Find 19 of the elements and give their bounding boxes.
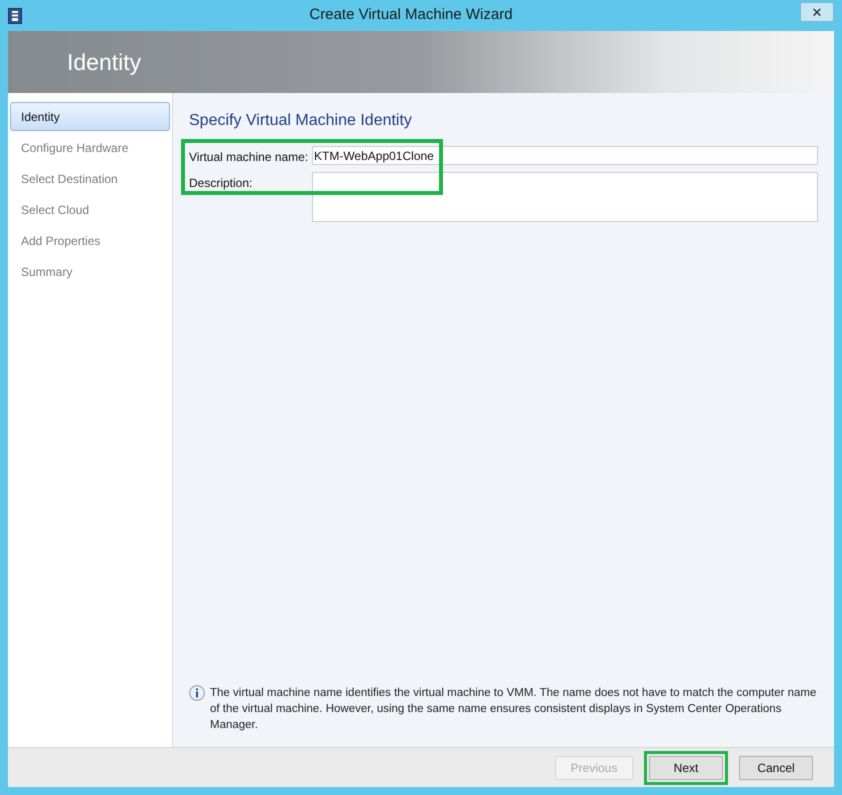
wizard-button[interactable]: Next <box>649 756 723 780</box>
info-icon <box>189 685 205 701</box>
wizard-button[interactable]: Cancel <box>739 756 813 780</box>
page-title: Identity <box>67 48 142 77</box>
info-text: The virtual machine name identifies the virtual machine to VMM. The name does not have to match the computer name of the virtual machine. However, using the same name ensures consistent displays in System Center Operations Manager. <box>210 686 818 733</box>
window-title: Create Virtual Machine Wizard <box>309 5 513 26</box>
field-label: Description: <box>189 175 254 192</box>
name-field[interactable]: KTM-WebApp01Clone <box>312 146 818 165</box>
description-field[interactable] <box>312 172 818 222</box>
sidebar-item[interactable]: Select Destination <box>10 164 170 193</box>
sidebar-item[interactable]: Configure Hardware <box>10 133 170 162</box>
sidebar-item[interactable]: Select Cloud <box>10 195 170 224</box>
section-heading: Specify Virtual Machine Identity <box>189 111 413 131</box>
app-icon <box>8 8 22 24</box>
sidebar-item[interactable]: Add Properties <box>10 226 170 255</box>
field-label: Virtual machine name: <box>189 149 310 166</box>
close-button[interactable]: ✕ <box>800 2 834 22</box>
sidebar-item[interactable]: Summary <box>10 257 170 286</box>
sidebar-item[interactable]: Identity <box>10 102 170 131</box>
